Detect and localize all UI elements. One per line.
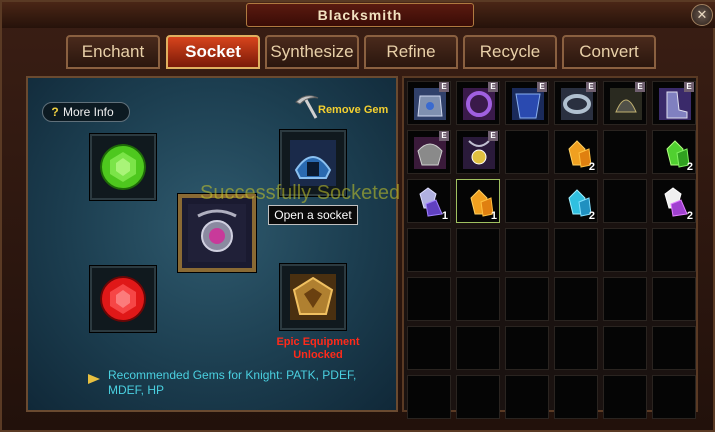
equipment-badge: E [439,82,449,92]
item-count: 2 [588,210,595,222]
equipment-badge: E [586,82,596,92]
more-info-label: More Info [63,105,114,119]
equipment-badge: E [635,82,645,92]
item-count: 2 [588,161,595,173]
green-gem-icon [100,144,146,190]
inventory-slot[interactable] [652,277,696,321]
tab-socket[interactable]: Socket [166,35,260,69]
equipment-badge: E [439,131,449,141]
tab-synthesize[interactable]: Synthesize [265,35,359,69]
inventory-slot[interactable] [456,326,500,370]
item-count: 2 [686,210,693,222]
tab-enchant[interactable]: Enchant [66,35,160,69]
inventory-slot[interactable]: E [554,81,598,125]
tab-refine[interactable]: Refine [364,35,458,69]
inventory-slot[interactable]: 2 [652,179,696,223]
equipment-badge: E [488,82,498,92]
epic-lock-icon [290,274,336,320]
inventory-slot[interactable]: 1 [456,179,500,223]
inventory-slot[interactable] [554,326,598,370]
equipment-badge: E [488,131,498,141]
inventory-slot[interactable] [603,375,647,419]
inventory-slot[interactable] [505,375,549,419]
recommendation-text: Recommended Gems for Knight: PATK, PDEF,… [108,368,357,397]
item-count: 2 [686,161,693,173]
inventory-slot[interactable] [554,228,598,272]
inventory-slot[interactable]: E [456,130,500,174]
socket-panel: ? More Info Remove Gem Open a socket Suc… [26,76,459,412]
inventory-slot[interactable] [407,326,451,370]
inventory-slot[interactable] [603,326,647,370]
remove-gem-label: Remove Gem [318,104,389,116]
more-info-button[interactable]: ? More Info [42,102,130,122]
inventory-slot[interactable]: E [652,81,696,125]
inventory-slot[interactable] [603,179,647,223]
inventory-slot[interactable] [603,130,647,174]
epic-notice: Epic Equipment Unlocked [276,336,360,361]
inventory-slot[interactable] [505,179,549,223]
inventory-slot[interactable] [603,277,647,321]
inventory-grid: E E E E E E E E 2 2 1 1 2 2 [402,76,698,419]
inventory-slot[interactable] [554,375,598,419]
inventory-slot[interactable]: 2 [554,179,598,223]
inventory-slot[interactable] [505,228,549,272]
helm-socket-icon [290,140,336,186]
socket-slot-epic[interactable] [280,264,346,330]
inventory-slot[interactable]: E [407,81,451,125]
equipment-badge: E [537,82,547,92]
amulet-icon [188,204,246,262]
red-gem-icon [100,276,146,322]
item-count: 1 [441,210,448,222]
gem-slot-green[interactable] [90,134,156,200]
pickaxe-icon [295,95,319,119]
inventory-slot[interactable]: E [505,81,549,125]
question-icon: ? [51,105,59,119]
inventory-slot[interactable] [505,277,549,321]
close-icon[interactable]: ✕ [691,4,713,26]
inventory-slot[interactable] [456,277,500,321]
inventory-slot[interactable] [554,277,598,321]
tab-convert[interactable]: Convert [562,35,656,69]
inventory-slot[interactable]: E [407,130,451,174]
inventory-slot[interactable] [456,228,500,272]
remove-gem-button[interactable]: Remove Gem [294,92,394,122]
inventory-slot[interactable] [407,277,451,321]
gem-slot-red[interactable] [90,266,156,332]
inventory-slot[interactable] [407,375,451,419]
inventory-slot[interactable]: E [456,81,500,125]
blacksmith-window: Blacksmith ✕ Enchant Socket Synthesize R… [0,0,715,432]
inventory-slot[interactable] [505,326,549,370]
window-title: Blacksmith [246,3,474,27]
inventory-slot[interactable]: 2 [554,130,598,174]
inventory-slot[interactable] [603,228,647,272]
inventory-slot[interactable] [652,228,696,272]
inventory-slot[interactable] [652,326,696,370]
inventory-slot[interactable] [652,375,696,419]
item-count: 1 [490,210,497,222]
equipment-slot[interactable] [178,194,256,272]
inventory-slot[interactable] [407,228,451,272]
tab-recycle[interactable]: Recycle [463,35,557,69]
equipment-badge: E [684,82,694,92]
title-bar: Blacksmith ✕ [2,2,715,28]
arrow-icon [88,374,100,384]
inventory-slot[interactable] [456,375,500,419]
inventory-slot[interactable]: E [603,81,647,125]
open-socket-tooltip: Open a socket [268,205,358,225]
inventory-slot[interactable]: 2 [652,130,696,174]
inventory-slot[interactable] [505,130,549,174]
inventory-slot[interactable]: 1 [407,179,451,223]
